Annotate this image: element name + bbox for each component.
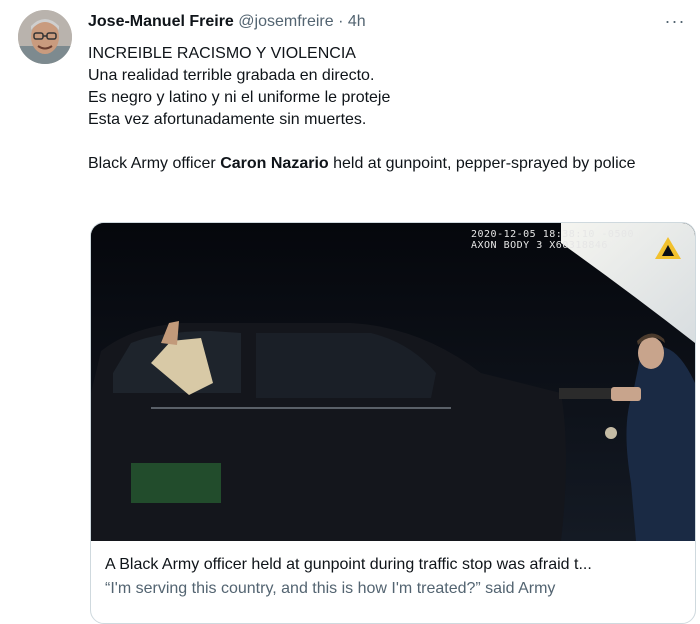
- bodycam-scene: [91, 223, 695, 541]
- card-image[interactable]: 2020-12-05 18:38:10 -0500 AXON BODY 3 X6…: [91, 223, 695, 541]
- video-stamp-line2: AXON BODY 3 X60318846: [471, 240, 608, 251]
- ellipsis-icon[interactable]: ···: [660, 12, 690, 36]
- axon-logo-icon: [655, 237, 681, 259]
- tweet-quote: Black Army officer Caron Nazario held at…: [88, 153, 688, 175]
- tweet-line: Una realidad terrible grabada en directo…: [88, 67, 375, 84]
- separator: ·: [338, 13, 344, 30]
- timestamp[interactable]: 4h: [348, 13, 366, 30]
- tweet-text: INCREIBLE RACISMO Y VIOLENCIA Una realid…: [88, 43, 688, 175]
- card-description[interactable]: “I'm serving this country, and this is h…: [105, 580, 685, 598]
- tweet-line: INCREIBLE RACISMO Y VIOLENCIA: [88, 45, 356, 62]
- video-stamp-line1: 2020-12-05 18:38:10 -0500: [471, 229, 635, 240]
- handle[interactable]: @josemfreire: [238, 13, 333, 30]
- quote-prefix: Black Army officer: [88, 155, 221, 172]
- tweet-header: Jose-Manuel Freire @josemfreire · 4h: [88, 13, 366, 31]
- avatar[interactable]: [18, 10, 72, 64]
- profile-photo: [18, 10, 72, 64]
- tweet-line: Esta vez afortunadamente sin muertes.: [88, 111, 367, 128]
- quote-suffix: held at gunpoint, pepper-sprayed by poli…: [328, 155, 636, 172]
- display-name[interactable]: Jose-Manuel Freire: [88, 13, 234, 30]
- card-title[interactable]: A Black Army officer held at gunpoint du…: [105, 556, 685, 574]
- link-card[interactable]: 2020-12-05 18:38:10 -0500 AXON BODY 3 X6…: [90, 222, 696, 624]
- video-timestamp: 2020-12-05 18:38:10 -0500 AXON BODY 3 X6…: [471, 229, 634, 251]
- tweet-line: Es negro y latino y ni el uniforme le pr…: [88, 89, 391, 106]
- quote-bold-name: Caron Nazario: [220, 155, 329, 172]
